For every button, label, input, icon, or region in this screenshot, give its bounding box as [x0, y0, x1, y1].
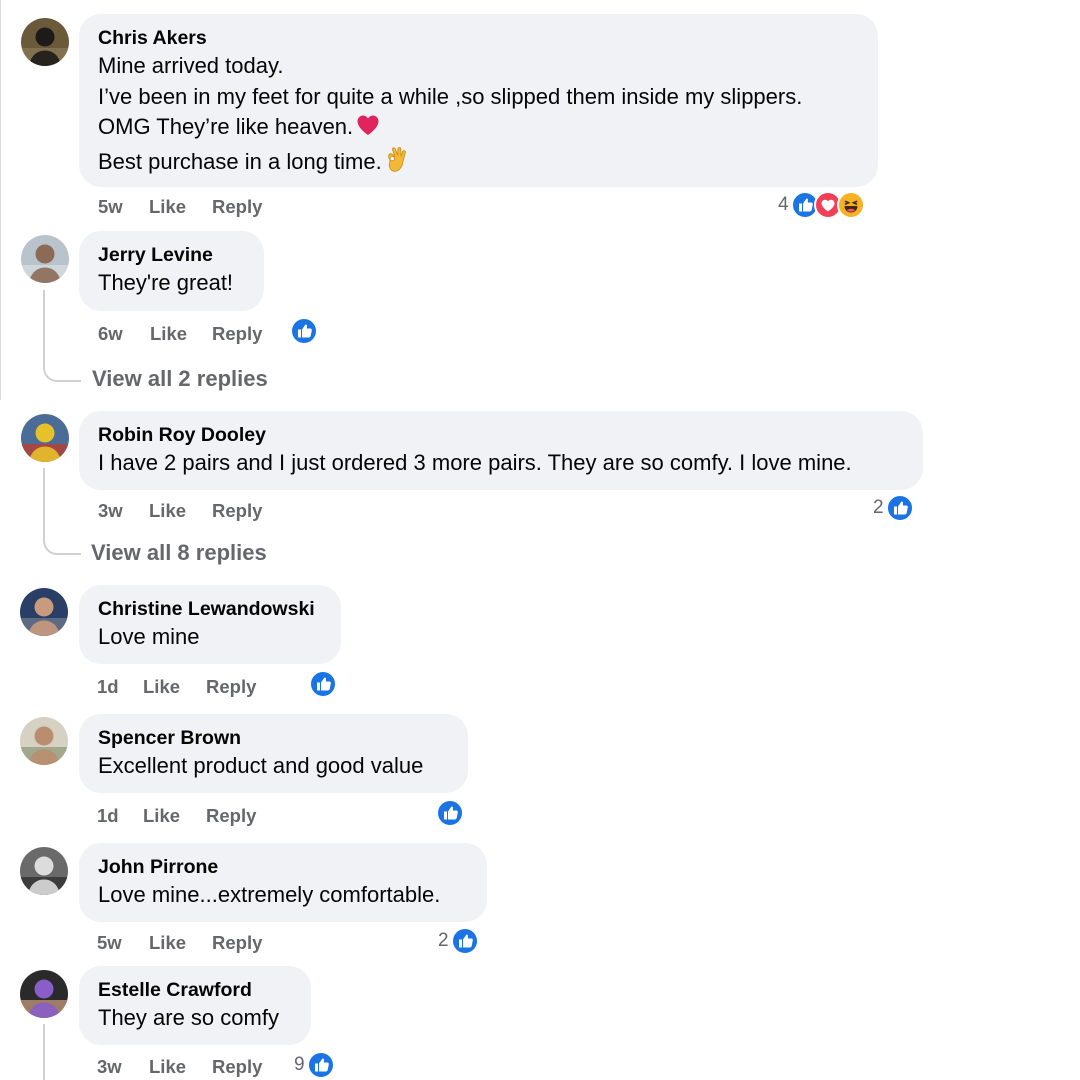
reply-button[interactable]: Reply	[212, 500, 262, 522]
avatar[interactable]	[20, 717, 68, 765]
comment-text: Mine arrived today.	[98, 53, 284, 78]
comment-thread: Chris Akers Mine arrived today. I’ve been …	[0, 0, 1080, 1080]
reaction-summary[interactable]: 2	[873, 494, 914, 522]
thread-line	[43, 1024, 45, 1080]
reaction-summary[interactable]: 4	[778, 191, 865, 219]
comment-text: They are so comfy	[98, 1005, 279, 1030]
comment-text-line: Best purchase in a long time.	[98, 146, 858, 182]
avatar[interactable]	[21, 235, 69, 283]
comment-text-line: Excellent product and good value	[98, 751, 448, 782]
reaction-summary[interactable]: 9	[294, 1051, 335, 1079]
ok-hand-icon	[384, 146, 408, 182]
reply-button[interactable]: Reply	[212, 932, 262, 954]
avatar[interactable]	[21, 18, 69, 66]
like-button[interactable]: Like	[149, 932, 186, 954]
comment-text-line: Mine arrived today.	[98, 51, 858, 82]
comment-text-line: Love mine...extremely comfortable.	[98, 880, 467, 911]
comment-text-line: They are so comfy	[98, 1003, 291, 1034]
thread-connector	[43, 360, 81, 382]
comment-author[interactable]: Spencer Brown	[98, 725, 448, 751]
comment-bubble: Jerry Levine They're great!	[79, 231, 264, 311]
like-reaction-icon[interactable]	[306, 1051, 335, 1079]
like-button[interactable]: Like	[143, 676, 180, 698]
comment-timestamp[interactable]: 5w	[97, 932, 122, 954]
thread-line	[43, 468, 45, 534]
like-button[interactable]: Like	[149, 196, 186, 218]
comment-timestamp[interactable]: 1d	[97, 676, 119, 698]
comment-text: Excellent product and good value	[98, 753, 424, 778]
comment-text: I’ve been in my feet for quite a while ,…	[98, 83, 803, 109]
like-reaction-icon[interactable]	[290, 317, 318, 345]
reaction-count: 4	[778, 194, 789, 215]
reaction-summary[interactable]: 2	[438, 927, 479, 955]
comment-bubble: Robin Roy Dooley I have 2 pairs and I jus…	[79, 411, 923, 490]
comment-author[interactable]: John Pirrone	[98, 854, 467, 880]
red-heart-icon	[355, 112, 381, 147]
comment-text-line: I’ve been in my feet for quite a while ,…	[98, 82, 858, 113]
comment-author[interactable]: Robin Roy Dooley	[98, 422, 903, 448]
thread-line	[43, 290, 45, 362]
comment-text-line: OMG They’re like heaven.	[98, 112, 858, 147]
comment-author[interactable]: Estelle Crawford	[98, 977, 291, 1003]
comment-bubble: John Pirrone Love mine...extremely comfor…	[79, 843, 487, 922]
comment-timestamp[interactable]: 5w	[98, 196, 123, 218]
comment-text: They're great!	[98, 270, 234, 295]
avatar[interactable]	[20, 847, 68, 895]
reaction-summary[interactable]	[290, 317, 318, 345]
like-reaction-icon[interactable]	[436, 799, 464, 827]
comment-bubble: Estelle Crawford They are so comfy	[79, 966, 311, 1045]
haha-reaction-icon[interactable]	[836, 191, 865, 219]
reply-button[interactable]: Reply	[212, 196, 262, 218]
like-button[interactable]: Like	[143, 805, 180, 827]
reply-button[interactable]: Reply	[212, 323, 262, 345]
like-reaction-icon[interactable]	[885, 494, 914, 522]
comment-text: Best purchase in a long time.	[98, 148, 382, 174]
reply-button[interactable]: Reply	[206, 805, 256, 827]
like-reaction-icon[interactable]	[450, 927, 479, 955]
comment-timestamp[interactable]: 6w	[98, 323, 123, 345]
comment-timestamp[interactable]: 3w	[97, 1056, 122, 1078]
comment-timestamp[interactable]: 1d	[97, 805, 119, 827]
comment-bubble: Chris Akers Mine arrived today. I’ve been …	[79, 14, 878, 187]
comment-author[interactable]: Christine Lewandowski	[98, 596, 321, 622]
comment-text-line: Love mine	[98, 622, 321, 653]
comment-text: Love mine	[98, 624, 200, 649]
like-button[interactable]: Like	[149, 500, 186, 522]
like-button[interactable]: Like	[150, 323, 187, 345]
reply-button[interactable]: Reply	[206, 676, 256, 698]
view-replies-link[interactable]: View all 2 replies	[92, 366, 268, 392]
reaction-count: 2	[873, 497, 884, 518]
comment-bubble: Spencer Brown Excellent product and good …	[79, 714, 468, 793]
comment-timestamp[interactable]: 3w	[98, 500, 123, 522]
comment-text-line: They're great!	[98, 268, 244, 299]
comment-author[interactable]: Chris Akers	[98, 25, 858, 51]
comment-author[interactable]: Jerry Levine	[98, 242, 244, 268]
avatar[interactable]	[20, 588, 68, 636]
reaction-summary[interactable]	[436, 799, 464, 827]
comment-bubble: Christine Lewandowski Love mine	[79, 585, 341, 664]
comment-text: Love mine...extremely comfortable.	[98, 882, 441, 907]
avatar[interactable]	[20, 970, 68, 1018]
reply-button[interactable]: Reply	[212, 1056, 262, 1078]
left-divider	[0, 0, 1, 400]
comment-text: I have 2 pairs and I just ordered 3 more…	[98, 450, 852, 475]
view-replies-link[interactable]: View all 8 replies	[91, 540, 267, 566]
reaction-count: 9	[294, 1054, 305, 1075]
avatar[interactable]	[21, 414, 69, 462]
like-reaction-icon[interactable]	[309, 670, 337, 698]
comment-text: OMG They’re like heaven.	[98, 114, 354, 139]
like-button[interactable]: Like	[149, 1056, 186, 1078]
reaction-summary[interactable]	[309, 670, 337, 698]
reaction-count: 2	[438, 930, 449, 951]
thread-connector	[43, 533, 81, 555]
comment-text-line: I have 2 pairs and I just ordered 3 more…	[98, 448, 903, 479]
